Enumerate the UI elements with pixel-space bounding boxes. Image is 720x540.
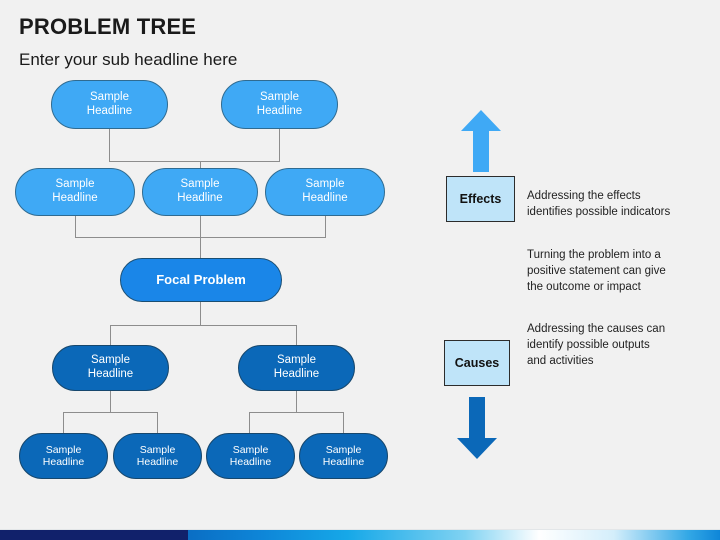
legend-box-causes[interactable]: Causes <box>444 340 510 386</box>
connector-line <box>200 302 201 326</box>
legend-text-effects: Addressing the effects identifies possib… <box>527 190 671 218</box>
connector-line <box>110 325 111 346</box>
up-arrow-icon <box>461 110 501 172</box>
legend-text-middle: Turning the problem into a positive stat… <box>527 249 666 293</box>
down-arrow-icon <box>457 397 497 459</box>
tree-node-focal-problem[interactable]: Focal Problem <box>120 258 282 302</box>
connector-line <box>110 391 111 413</box>
connector-line <box>200 161 201 168</box>
connector-line <box>279 129 280 162</box>
tree-node-cause-2[interactable]: Sample Headline <box>238 345 355 391</box>
connector-line <box>157 412 158 433</box>
connector-line <box>325 216 326 238</box>
connector-line <box>110 325 296 326</box>
connector-line <box>249 412 343 413</box>
connector-line <box>200 216 201 238</box>
tree-node-effect-2[interactable]: Sample Headline <box>221 80 338 129</box>
connector-line <box>343 412 344 433</box>
tree-node-effect-4[interactable]: Sample Headline <box>142 168 258 216</box>
footer-navy-segment <box>0 530 188 540</box>
connector-line <box>296 391 297 413</box>
page-subtitle: Enter your sub headline here <box>19 50 238 69</box>
footer-gradient-segment <box>188 530 720 540</box>
connector-line <box>109 161 280 162</box>
tree-node-effect-1[interactable]: Sample Headline <box>51 80 168 129</box>
tree-node-effect-3[interactable]: Sample Headline <box>15 168 135 216</box>
connector-line <box>63 412 64 433</box>
connector-line <box>109 129 110 162</box>
legend-box-effects[interactable]: Effects <box>446 176 515 222</box>
tree-node-cause-1[interactable]: Sample Headline <box>52 345 169 391</box>
connector-line <box>249 412 250 433</box>
slide-canvas: PROBLEM TREE Enter your sub headline her… <box>0 0 720 540</box>
page-title: PROBLEM TREE <box>19 14 197 39</box>
tree-node-cause-5[interactable]: Sample Headline <box>206 433 295 479</box>
tree-node-effect-5[interactable]: Sample Headline <box>265 168 385 216</box>
connector-line <box>63 412 158 413</box>
connector-line <box>296 325 297 346</box>
connector-line <box>200 237 201 258</box>
tree-node-cause-3[interactable]: Sample Headline <box>19 433 108 479</box>
connector-line <box>75 216 76 238</box>
footer-gradient-bar <box>0 530 720 540</box>
tree-node-cause-4[interactable]: Sample Headline <box>113 433 202 479</box>
legend-text-causes: Addressing the causes can identify possi… <box>527 323 666 367</box>
tree-node-cause-6[interactable]: Sample Headline <box>299 433 388 479</box>
